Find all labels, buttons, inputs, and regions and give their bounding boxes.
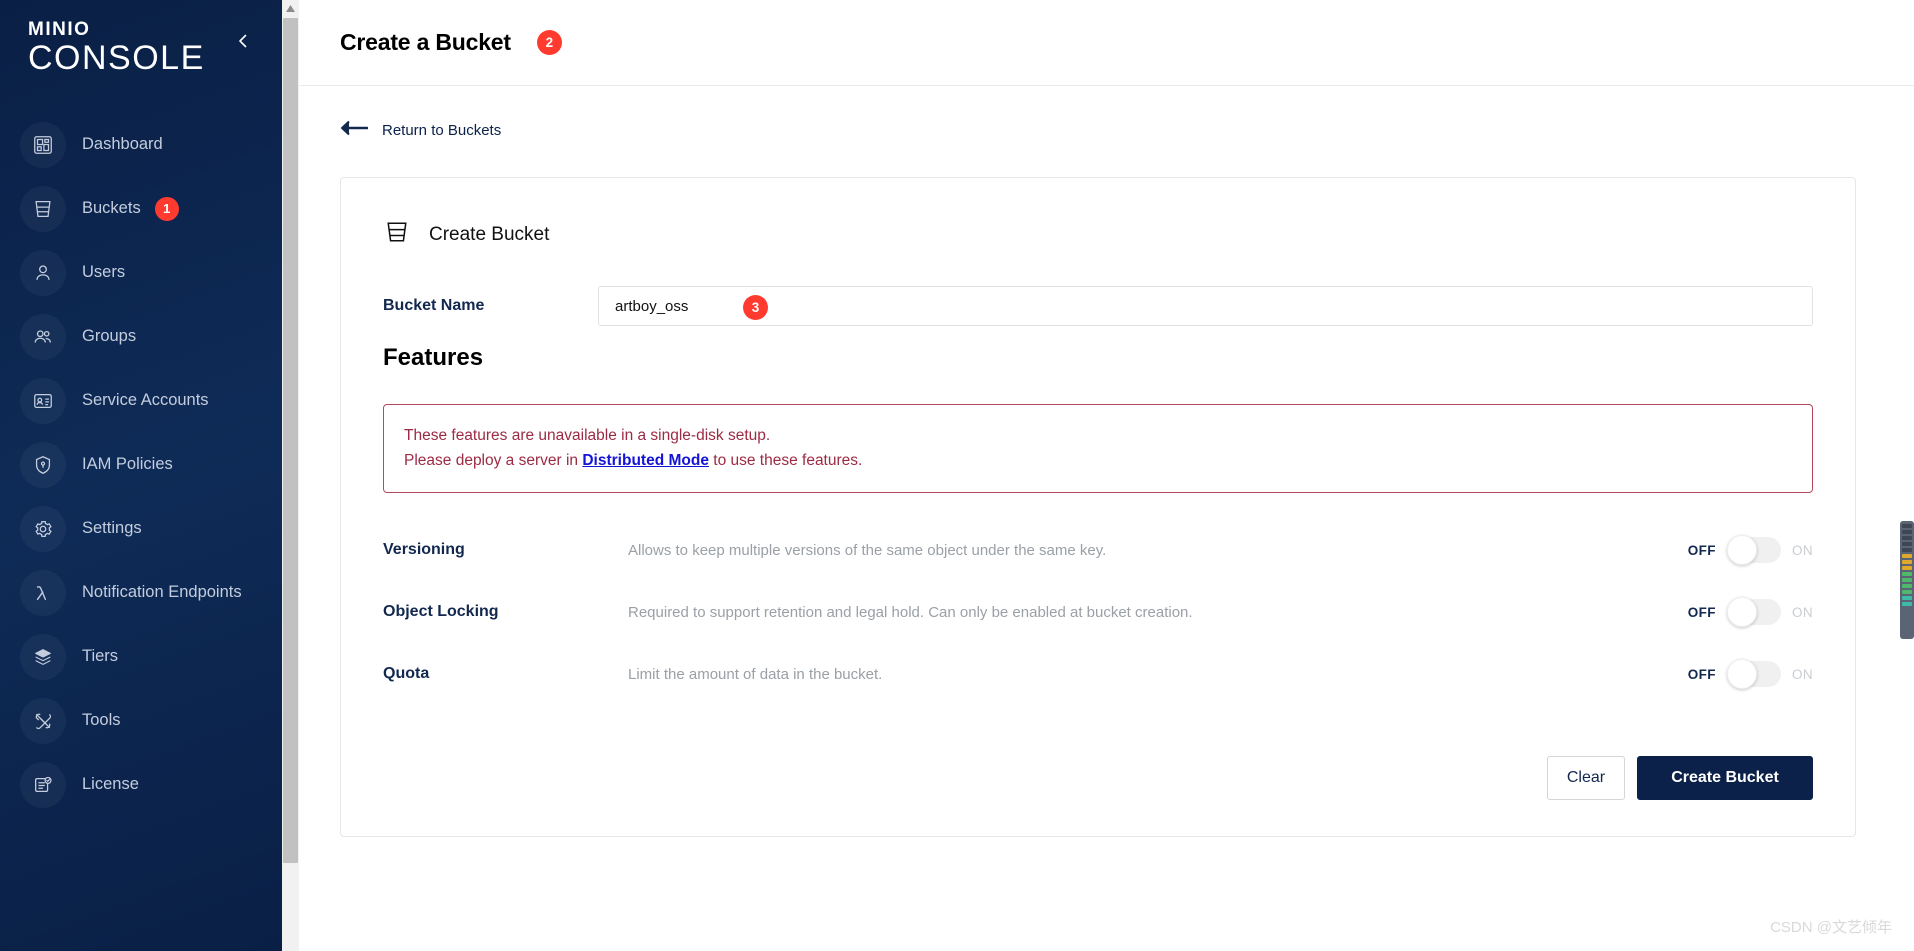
layers-icon bbox=[20, 633, 66, 680]
scrollbar-thumb[interactable] bbox=[283, 18, 298, 863]
versioning-toggle[interactable] bbox=[1726, 535, 1781, 566]
feature-row-quota: Quota Limit the amount of data in the bu… bbox=[383, 659, 1813, 690]
create-bucket-button[interactable]: Create Bucket bbox=[1637, 756, 1813, 800]
card-header: Create Bucket bbox=[383, 218, 1813, 251]
feature-row-object-locking: Object Locking Required to support reten… bbox=[383, 597, 1813, 628]
create-bucket-card: Create Bucket Bucket Name 3 Features The… bbox=[340, 177, 1856, 837]
toggle-off-label: OFF bbox=[1687, 542, 1716, 558]
sidebar-item-label: Dashboard bbox=[82, 135, 163, 154]
sidebar-item-license[interactable]: License bbox=[0, 753, 282, 817]
object-locking-toggle[interactable] bbox=[1726, 597, 1781, 628]
dashboard-icon bbox=[20, 121, 66, 168]
sidebar-item-label: Settings bbox=[82, 519, 142, 538]
toggle-knob bbox=[1726, 597, 1757, 628]
sidebar-item-label: Groups bbox=[82, 327, 137, 346]
sidebar-item-users[interactable]: Users bbox=[0, 241, 282, 305]
features-warning-box: These features are unavailable in a sing… bbox=[383, 404, 1813, 494]
feature-description: Required to support retention and legal … bbox=[628, 603, 1193, 621]
clear-button[interactable]: Clear bbox=[1547, 756, 1625, 800]
versioning-toggle-group: OFF ON bbox=[1687, 535, 1813, 566]
sidebar-item-label: IAM Policies bbox=[82, 455, 173, 474]
object-locking-toggle-group: OFF ON bbox=[1687, 597, 1813, 628]
warning-line-1: These features are unavailable in a sing… bbox=[404, 427, 771, 444]
sidebar-item-label: Service Accounts bbox=[82, 391, 209, 410]
lambda-icon bbox=[20, 569, 66, 616]
bucket-icon bbox=[383, 218, 411, 251]
return-to-buckets-link[interactable]: Return to Buckets bbox=[282, 86, 501, 141]
sidebar-item-dashboard[interactable]: Dashboard bbox=[0, 113, 282, 177]
card-title: Create Bucket bbox=[429, 223, 550, 245]
sidebar-item-label: Notification Endpoints bbox=[82, 583, 242, 602]
toggle-knob bbox=[1726, 659, 1757, 690]
quota-toggle-group: OFF ON bbox=[1687, 659, 1813, 690]
level-meter-widget bbox=[1900, 521, 1914, 639]
warning-line-2-after: to use these features. bbox=[708, 452, 863, 470]
toggle-on-label: ON bbox=[1791, 666, 1813, 682]
sidebar-item-settings[interactable]: Settings bbox=[0, 497, 282, 561]
scroll-up-arrow-icon[interactable] bbox=[282, 0, 299, 17]
page-header: Create a Bucket 2 bbox=[282, 0, 1914, 86]
id-card-icon bbox=[20, 377, 66, 424]
groups-icon bbox=[20, 313, 66, 360]
toggle-on-label: ON bbox=[1791, 542, 1813, 558]
sidebar-item-service-accounts[interactable]: Service Accounts bbox=[0, 369, 282, 433]
app-logo: MINIO CONSOLE bbox=[0, 0, 282, 77]
feature-name: Versioning bbox=[383, 541, 465, 559]
step-badge-3: 3 bbox=[743, 295, 768, 320]
step-badge-2: 2 bbox=[536, 30, 562, 55]
distributed-mode-link[interactable]: Distributed Mode bbox=[582, 452, 709, 469]
feature-description: Limit the amount of data in the bucket. bbox=[628, 665, 883, 683]
sidebar-badge-buckets: 1 bbox=[154, 196, 179, 221]
warning-line-2-before: Please deploy a server in bbox=[404, 452, 583, 470]
page-title: Create a Bucket bbox=[340, 29, 511, 55]
feature-description: Allows to keep multiple versions of the … bbox=[628, 541, 1107, 559]
sidebar-item-notification-endpoints[interactable]: Notification Endpoints bbox=[0, 561, 282, 625]
sidebar-item-label: Buckets bbox=[82, 199, 141, 218]
bucket-name-input[interactable] bbox=[598, 286, 1813, 326]
feature-name: Quota bbox=[383, 665, 430, 683]
feature-name: Object Locking bbox=[383, 603, 499, 621]
shield-icon bbox=[20, 441, 66, 488]
arrow-left-icon bbox=[340, 120, 369, 141]
tools-icon bbox=[20, 697, 66, 744]
bucket-name-input-wrap: 3 bbox=[598, 286, 1813, 326]
return-to-buckets-label: Return to Buckets bbox=[382, 122, 502, 139]
warning-line-2: Please deploy a server in Distributed Mo… bbox=[404, 448, 1792, 473]
toggle-knob bbox=[1726, 535, 1757, 566]
user-icon bbox=[20, 249, 66, 296]
content-area: Return to Buckets Create Bucket Bucket N… bbox=[282, 86, 1914, 951]
sidebar-item-tiers[interactable]: Tiers bbox=[0, 625, 282, 689]
license-icon bbox=[20, 761, 66, 808]
sidebar-item-iam-policies[interactable]: IAM Policies bbox=[0, 433, 282, 497]
sidebar-nav: Dashboard Buckets 1 Users Groups Service… bbox=[0, 113, 282, 817]
sidebar: MINIO CONSOLE Dashboard Buckets 1 Users … bbox=[0, 0, 282, 951]
sidebar-item-buckets[interactable]: Buckets 1 bbox=[0, 177, 282, 241]
sidebar-item-label: License bbox=[82, 775, 139, 794]
features-heading: Features bbox=[383, 344, 484, 371]
main-content: Create a Bucket 2 Return to Buckets Crea… bbox=[282, 0, 1914, 951]
sidebar-item-groups[interactable]: Groups bbox=[0, 305, 282, 369]
feature-row-versioning: Versioning Allows to keep multiple versi… bbox=[383, 535, 1813, 566]
sidebar-item-label: Users bbox=[82, 263, 126, 282]
bucket-icon bbox=[20, 185, 66, 232]
gear-icon bbox=[20, 505, 66, 552]
sidebar-item-label: Tiers bbox=[82, 647, 119, 666]
toggle-on-label: ON bbox=[1791, 604, 1813, 620]
card-actions: Clear Create Bucket bbox=[1547, 756, 1813, 800]
chevron-left-icon[interactable] bbox=[232, 30, 254, 52]
quota-toggle[interactable] bbox=[1726, 659, 1781, 690]
bucket-name-row: Bucket Name 3 bbox=[383, 286, 1813, 326]
bucket-name-label: Bucket Name bbox=[383, 297, 485, 314]
page-scrollbar[interactable] bbox=[282, 0, 299, 951]
toggle-off-label: OFF bbox=[1687, 666, 1716, 682]
sidebar-item-tools[interactable]: Tools bbox=[0, 689, 282, 753]
watermark: CSDN @文艺倾年 bbox=[1770, 919, 1892, 936]
app-root: MINIO CONSOLE Dashboard Buckets 1 Users … bbox=[0, 0, 1914, 951]
toggle-off-label: OFF bbox=[1687, 604, 1716, 620]
sidebar-item-label: Tools bbox=[82, 711, 121, 730]
